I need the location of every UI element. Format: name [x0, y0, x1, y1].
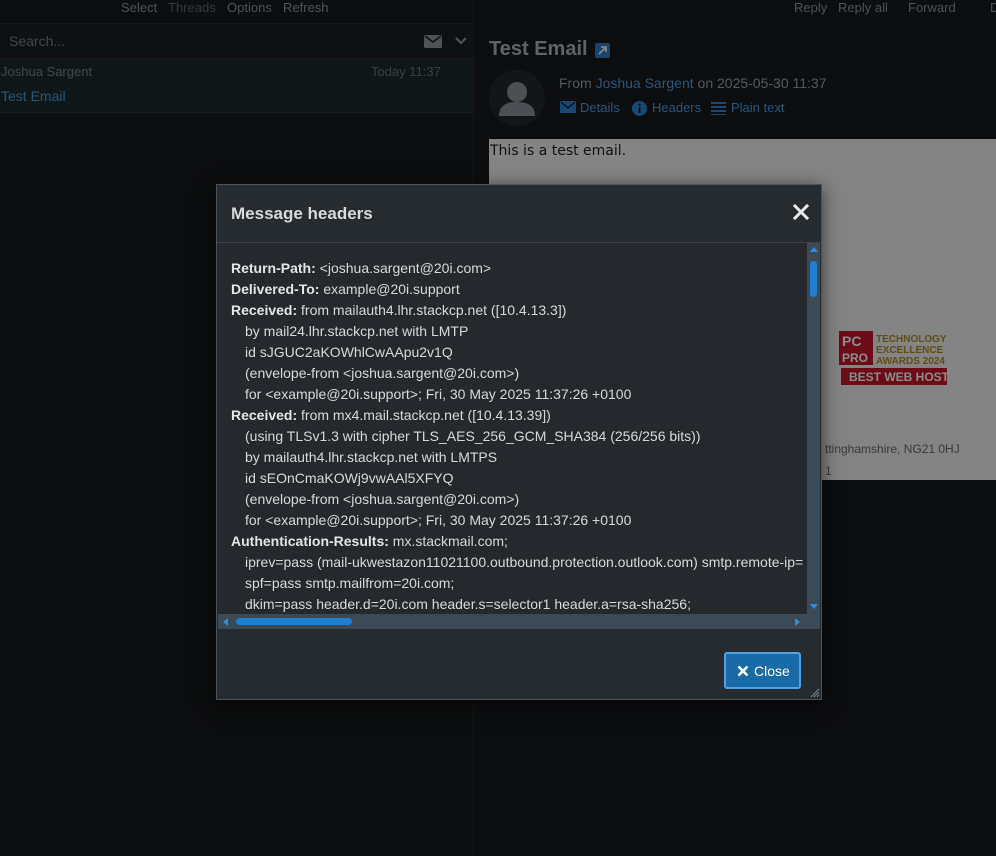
header-value: by mailauth4.lhr.stackcp.net with LMTPS [245, 449, 498, 465]
header-line: Return-Path: <joshua.sargent@20i.com> [231, 258, 807, 279]
header-line: Authentication-Results: mx.stackmail.com… [231, 531, 807, 552]
header-value: dkim=pass header.d=20i.com header.s=sele… [245, 596, 691, 612]
scrollbar-thumb[interactable] [236, 618, 352, 625]
header-line: id sEOnCmaKOWj9vwAAl5XFYQ [231, 468, 807, 489]
header-line: Received: from mailauth4.lhr.stackcp.net… [231, 300, 807, 321]
horizontal-scrollbar[interactable] [218, 614, 820, 629]
header-value: iprev=pass (mail-ukwestazon11021100.outb… [245, 554, 804, 570]
header-value: (using TLSv1.3 with cipher TLS_AES_256_G… [245, 428, 701, 444]
scroll-down-arrow-icon[interactable] [810, 604, 818, 609]
message-headers-dialog: Message headers Return-Path: <joshua.sar… [216, 184, 822, 700]
header-line: spf=pass smtp.mailfrom=20i.com; [231, 573, 807, 594]
header-value: mx.stackmail.com; [388, 533, 508, 549]
header-value: (envelope-from <joshua.sargent@20i.com>) [245, 365, 520, 381]
scroll-right-arrow-icon[interactable] [795, 618, 800, 626]
header-value: from mailauth4.lhr.stackcp.net ([10.4.13… [297, 302, 567, 318]
scroll-left-arrow-icon[interactable] [223, 618, 228, 626]
header-key: Delivered-To: [231, 281, 320, 297]
header-value: for <example@20i.support>; Fri, 30 May 2… [245, 386, 632, 402]
header-line: iprev=pass (mail-ukwestazon11021100.outb… [231, 552, 807, 573]
header-value: id sJGUC2aKOWhlCwAApu2v1Q [245, 344, 453, 360]
header-line: by mail24.lhr.stackcp.net with LMTP [231, 321, 807, 342]
close-button[interactable]: Close [724, 652, 801, 689]
header-value: (envelope-from <joshua.sargent@20i.com>) [245, 491, 520, 507]
close-icon[interactable] [791, 202, 811, 222]
header-value: <joshua.sargent@20i.com> [315, 260, 492, 276]
vertical-scrollbar[interactable] [807, 243, 820, 614]
header-key: Received: [231, 407, 298, 423]
header-value: for <example@20i.support>; Fri, 30 May 2… [245, 512, 632, 528]
header-line: by mailauth4.lhr.stackcp.net with LMTPS [231, 447, 807, 468]
close-button-label: Close [754, 663, 790, 679]
header-value: id sEOnCmaKOWj9vwAAl5XFYQ [245, 470, 454, 486]
header-line: Delivered-To: example@20i.support [231, 279, 807, 300]
header-key: Authentication-Results: [231, 533, 389, 549]
header-line: for <example@20i.support>; Fri, 30 May 2… [231, 384, 807, 405]
dialog-title: Message headers [231, 204, 373, 223]
header-value: example@20i.support [319, 281, 460, 297]
header-line: for <example@20i.support>; Fri, 30 May 2… [231, 510, 807, 531]
header-key: Return-Path: [231, 260, 316, 276]
scroll-up-arrow-icon[interactable] [810, 247, 818, 252]
header-line: dkim=pass header.d=20i.com header.s=sele… [231, 594, 807, 615]
header-line: (envelope-from <joshua.sargent@20i.com>) [231, 489, 807, 510]
header-line: id sJGUC2aKOWhlCwAApu2v1Q [231, 342, 807, 363]
header-key: Received: [231, 302, 298, 318]
headers-text-area[interactable]: Return-Path: <joshua.sargent@20i.com> Del… [218, 243, 820, 629]
headers-content: Return-Path: <joshua.sargent@20i.com> Del… [231, 258, 807, 629]
header-line: (envelope-from <joshua.sargent@20i.com>) [231, 363, 807, 384]
header-value: by mail24.lhr.stackcp.net with LMTP [245, 323, 469, 339]
header-value: spf=pass smtp.mailfrom=20i.com; [245, 575, 455, 591]
header-line: (using TLSv1.3 with cipher TLS_AES_256_G… [231, 426, 807, 447]
scrollbar-thumb[interactable] [810, 261, 817, 297]
resize-grip-icon[interactable] [809, 687, 820, 698]
header-line: Received: from mx4.mail.stackcp.net ([10… [231, 405, 807, 426]
close-icon [737, 665, 749, 677]
header-value: from mx4.mail.stackcp.net ([10.4.13.39]) [297, 407, 551, 423]
